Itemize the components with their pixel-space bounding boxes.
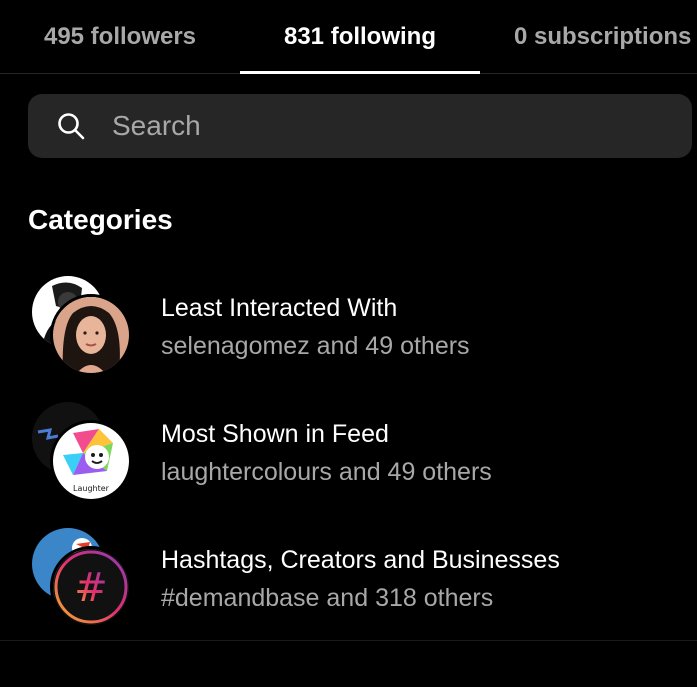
avatar-front	[50, 294, 132, 376]
category-title: Least Interacted With	[161, 294, 398, 322]
hashtag-icon: #	[74, 565, 108, 611]
tab-followers[interactable]: 495 followers	[0, 0, 240, 74]
search-bar[interactable]	[28, 94, 692, 158]
avatar-stack	[32, 274, 134, 376]
avatar-front: #	[50, 546, 132, 628]
category-subtitle: laughtercolours and 49 others	[161, 458, 492, 486]
tab-subscriptions[interactable]: 0 subscriptions	[480, 0, 697, 74]
category-subtitle: #demandbase and 318 others	[161, 584, 494, 612]
search-icon	[58, 113, 85, 140]
category-title: Most Shown in Feed	[161, 420, 389, 448]
avatar-stack: Laughter	[32, 400, 134, 502]
tab-following[interactable]: 831 following	[240, 0, 480, 74]
avatar-stack: #	[32, 526, 134, 628]
avatar-front: Laughter	[50, 420, 132, 502]
category-most-shown[interactable]: Laughter Most Shown in Feed laughtercolo…	[0, 398, 697, 508]
divider	[0, 640, 697, 641]
laughter-logo-text: Laughter	[73, 484, 110, 493]
profile-tabs: 495 followers 831 following 0 subscripti…	[0, 0, 697, 74]
category-title: Hashtags, Creators and Businesses	[161, 546, 560, 574]
active-tab-indicator	[240, 71, 480, 74]
search-input[interactable]	[112, 94, 672, 158]
category-least-interacted[interactable]: Least Interacted With selenagomez and 49…	[0, 272, 697, 382]
category-hashtags-creators[interactable]: # Hashtags, Creators and Businesses #dem…	[0, 524, 697, 634]
categories-heading: Categories	[28, 204, 173, 235]
category-subtitle: selenagomez and 49 others	[161, 332, 470, 360]
